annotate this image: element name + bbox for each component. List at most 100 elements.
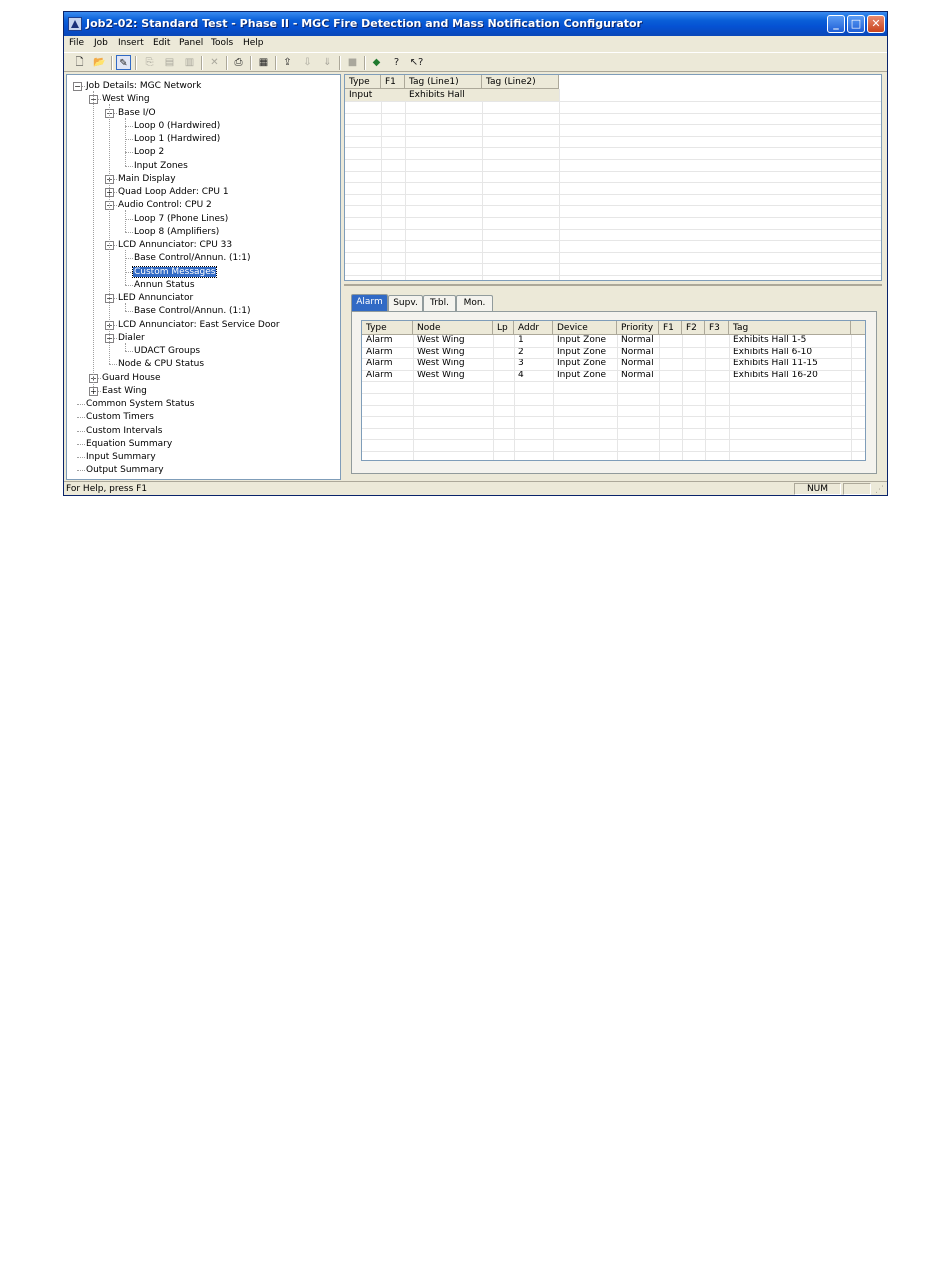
status-panel-empty — [843, 483, 871, 495]
tree-item[interactable]: Loop 8 (Amplifiers) — [133, 226, 220, 238]
column-header-type[interactable]: Type — [345, 75, 381, 89]
tree-connector — [109, 364, 117, 366]
tree-item[interactable]: LCD Annunciator: CPU 33 — [117, 239, 233, 251]
tab-alarm[interactable]: Alarm — [351, 294, 388, 311]
column-header-tag-line1[interactable]: Tag (Line1) — [405, 75, 482, 89]
globe-icon[interactable]: ◆ — [369, 55, 384, 70]
new-icon[interactable]: 🗋 — [72, 55, 87, 70]
grid-line — [659, 335, 660, 460]
print-icon[interactable]: ⎙ — [231, 55, 246, 70]
column-header-type[interactable]: Type — [362, 321, 413, 335]
table-row[interactable]: Alarm West Wing 3 Input Zone Normal Exhibits … — [362, 358, 851, 370]
tree-item[interactable]: UDACT Groups — [133, 345, 201, 357]
column-header-loop[interactable]: Lp — [493, 321, 514, 335]
tree-item[interactable]: Main Display — [117, 173, 177, 185]
paste-special-icon[interactable]: ▥ — [182, 55, 197, 70]
minimize-button[interactable]: _ — [827, 15, 845, 33]
tree-item[interactable]: Custom Messages — [131, 265, 218, 278]
menu-help[interactable]: Help — [243, 38, 264, 48]
tree-item[interactable]: Input Summary — [85, 451, 157, 463]
menu-edit[interactable]: Edit — [153, 38, 170, 48]
column-header-address[interactable]: Addr — [514, 321, 553, 335]
tree-item[interactable]: Audio Control: CPU 2 — [117, 199, 213, 211]
download-icon[interactable]: ⇩ — [300, 55, 315, 70]
column-header-device[interactable]: Device — [553, 321, 617, 335]
tree-item[interactable]: Input Zones — [133, 160, 189, 172]
grid-line — [553, 335, 554, 460]
copy-icon[interactable]: ⎘ — [142, 55, 157, 70]
selected-row[interactable]: Input Exhibits Hall — [345, 89, 559, 101]
tree-item[interactable]: Node & CPU Status — [117, 358, 205, 370]
tree-item[interactable]: Custom Timers — [85, 411, 155, 423]
menu-insert[interactable]: Insert — [118, 38, 144, 48]
toolbar-separator — [339, 56, 341, 70]
grid-line — [682, 335, 683, 460]
grid-line — [362, 381, 865, 383]
close-button[interactable]: ✕ — [867, 15, 885, 33]
table-row[interactable]: Alarm West Wing 4 Input Zone Normal Exhibits … — [362, 370, 851, 382]
grid-line — [345, 101, 881, 102]
tree-item[interactable]: Dialer — [117, 332, 146, 344]
tree-item[interactable]: LCD Annunciator: East Service Door — [117, 319, 281, 331]
tree-item[interactable]: Custom Intervals — [85, 425, 164, 437]
open-icon[interactable]: 📂 — [92, 55, 107, 70]
tree-item[interactable]: Equation Summary — [85, 438, 173, 450]
app-icon[interactable] — [68, 17, 82, 31]
tree-item[interactable]: Base Control/Annun. (1:1) — [133, 305, 252, 317]
tree-item[interactable]: Loop 0 (Hardwired) — [133, 120, 221, 132]
cell-type: Alarm — [366, 335, 393, 345]
tree-item[interactable]: Loop 1 (Hardwired) — [133, 133, 221, 145]
tab-supervisory[interactable]: Supv. — [388, 295, 423, 311]
tree-item[interactable]: Guard House — [101, 372, 162, 384]
messages-list[interactable]: Type F1 Tag (Line1) Tag (Line2) Input Ex… — [344, 74, 882, 281]
context-help-icon[interactable]: ↖? — [409, 55, 424, 70]
report-icon[interactable]: ▦ — [256, 55, 271, 70]
column-header-tag[interactable]: Tag — [729, 321, 851, 335]
tree-item[interactable]: Base I/O — [117, 107, 157, 119]
cell-tag-line1: Exhibits Hall — [409, 90, 465, 100]
tree-item[interactable]: Annun Status — [133, 279, 196, 291]
toolbar-separator — [201, 56, 203, 70]
tree-item[interactable]: Job Details: MGC Network — [85, 80, 202, 92]
tree-connector — [125, 351, 133, 352]
tree-item-label: Custom Intervals — [86, 425, 163, 436]
column-header-f2[interactable]: F2 — [682, 321, 705, 335]
job-tree[interactable]: Job Details: MGC Network − West Wing − Base … — [66, 74, 341, 480]
tree-item[interactable]: Base Control/Annun. (1:1) — [133, 252, 252, 264]
maximize-button[interactable]: □ — [847, 15, 865, 33]
toolbar-separator — [364, 56, 366, 70]
tree-item[interactable]: Loop 2 — [133, 146, 165, 158]
column-header-f1[interactable]: F1 — [381, 75, 405, 89]
column-header-priority[interactable]: Priority — [617, 321, 659, 335]
edit-pen-icon[interactable]: ✎ — [116, 55, 131, 70]
paste-icon[interactable]: ▤ — [162, 55, 177, 70]
table-row[interactable]: Alarm West Wing 1 Input Zone Normal Exhibits … — [362, 335, 851, 347]
menu-panel[interactable]: Panel — [179, 38, 203, 48]
upload-icon[interactable]: ⇪ — [280, 55, 295, 70]
menu-tools[interactable]: Tools — [211, 38, 233, 48]
menu-file[interactable]: File — [69, 38, 84, 48]
menu-job[interactable]: Job — [94, 38, 108, 48]
help-icon[interactable]: ? — [389, 55, 404, 70]
table-row[interactable]: Alarm West Wing 2 Input Zone Normal Exhibits … — [362, 347, 851, 359]
column-header-tag-line2[interactable]: Tag (Line2) — [482, 75, 559, 89]
title-bar[interactable]: Job2-02: Standard Test - Phase II - MGC … — [64, 12, 887, 36]
panel-icon[interactable]: ■ — [345, 55, 360, 70]
delete-icon[interactable]: ✕ — [207, 55, 222, 70]
download-all-icon[interactable]: ⇓ — [320, 55, 335, 70]
collapse-icon[interactable]: − — [73, 82, 82, 91]
tree-item[interactable]: Loop 7 (Phone Lines) — [133, 213, 229, 225]
grid-line — [345, 228, 881, 230]
column-header-node[interactable]: Node — [413, 321, 493, 335]
resize-grip[interactable]: ⋰ — [875, 485, 885, 495]
tree-item[interactable]: East Wing — [101, 385, 148, 397]
tree-item[interactable]: Common System Status — [85, 398, 196, 410]
tree-item[interactable]: Quad Loop Adder: CPU 1 — [117, 186, 230, 198]
tree-item[interactable]: Output Summary — [85, 464, 165, 476]
tree-item[interactable]: LED Annunciator — [117, 292, 194, 304]
tab-monitor[interactable]: Mon. — [456, 295, 493, 311]
tab-trouble[interactable]: Trbl. — [423, 295, 456, 311]
alarm-list[interactable]: Type Node Lp Addr Device Priority F1 F2 … — [361, 320, 866, 461]
column-header-f3[interactable]: F3 — [705, 321, 729, 335]
column-header-f1[interactable]: F1 — [659, 321, 682, 335]
